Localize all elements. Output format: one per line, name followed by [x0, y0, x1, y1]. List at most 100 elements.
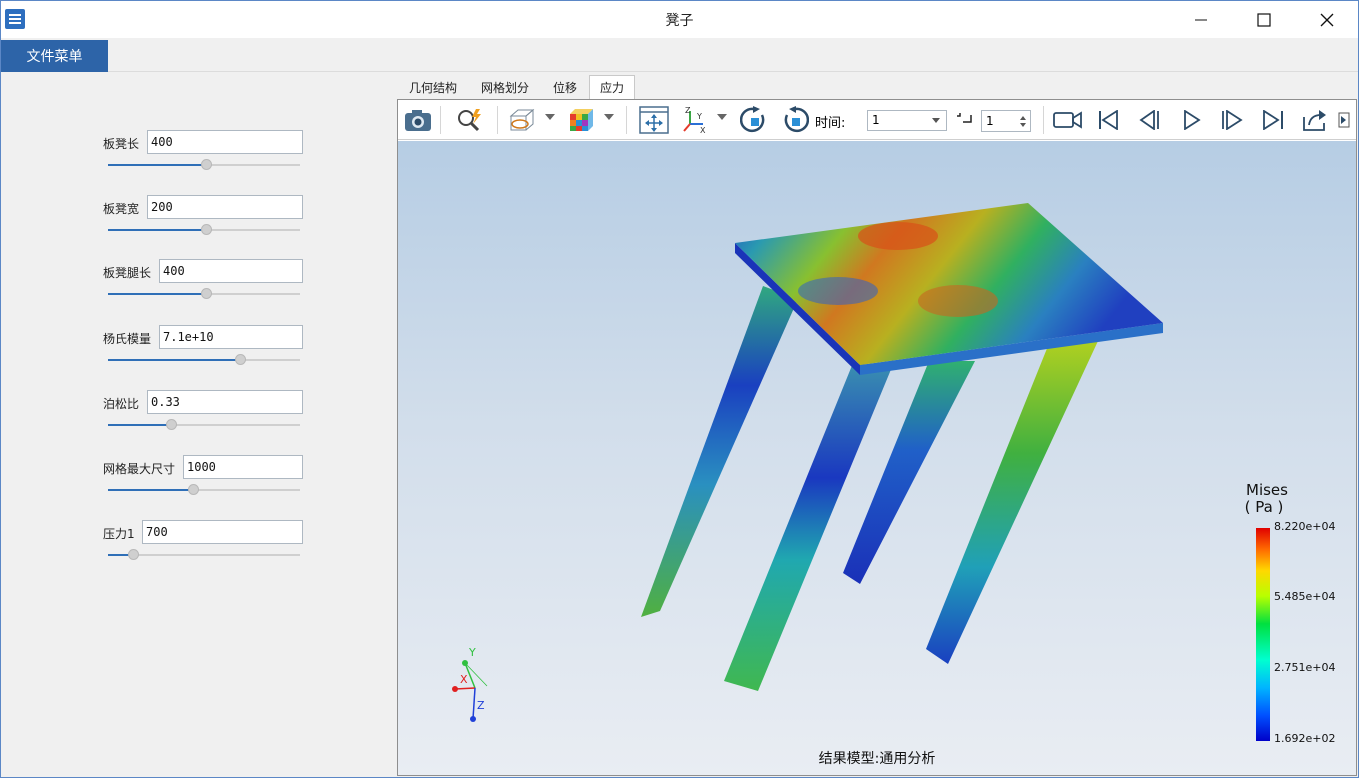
param-row: 网格最大尺寸 1000: [1, 455, 394, 499]
param-input[interactable]: 1000: [183, 455, 303, 479]
tab-geometry[interactable]: 几何结构: [398, 75, 468, 99]
legend-tick: 8.220e+04: [1274, 520, 1336, 533]
slider-handle[interactable]: [201, 224, 212, 235]
param-row: 板凳长 400: [1, 130, 394, 174]
viewport-canvas[interactable]: Y X Z Mises ( Pa ) 8.220e+04 5.485e+04 2…: [398, 141, 1356, 775]
display-mode-icon: [509, 108, 535, 131]
slider-handle[interactable]: [188, 484, 199, 495]
parameter-panel: 板凳长 400 板凳宽 200 板凳腿长 400 杨氏模量 7.1e+10 泊松…: [1, 73, 394, 777]
color-map-dropdown-icon[interactable]: [604, 114, 614, 120]
param-label: 板凳腿长: [103, 266, 152, 280]
param-input[interactable]: 7.1e+10: [159, 325, 303, 349]
color-map-button[interactable]: [566, 105, 596, 135]
minimize-button[interactable]: [1178, 1, 1224, 38]
play-button[interactable]: [1176, 105, 1206, 135]
triad-y-label: Y: [468, 646, 476, 659]
slider-handle[interactable]: [128, 549, 139, 560]
param-input[interactable]: 700: [142, 520, 303, 544]
pan-button[interactable]: [639, 105, 669, 135]
display-mode-dropdown-icon[interactable]: [545, 114, 555, 120]
record-video-button[interactable]: [1053, 105, 1083, 135]
export-button[interactable]: [1299, 105, 1329, 135]
time-select[interactable]: 1: [867, 110, 947, 131]
stool-model: [641, 203, 1163, 691]
file-menu-button[interactable]: 文件菜单: [1, 40, 108, 72]
param-label: 杨氏模量: [103, 332, 152, 346]
time-select-value: 1: [872, 113, 880, 127]
maximize-button[interactable]: [1241, 1, 1287, 38]
viewer-frame: ZYX 时间: 1 1 Y X Z Mises (Pa) 8.220e+04…: [397, 99, 1357, 776]
svg-text:X: X: [700, 126, 706, 134]
slider-handle[interactable]: [201, 159, 212, 170]
param-row: 板凳宽 200: [1, 195, 394, 239]
slider-handle[interactable]: [201, 288, 212, 299]
app-window: 凳子 文件菜单 板凳长 400 板凳宽 200 板凳腿长 400 杨氏模量 7.…: [0, 0, 1359, 778]
rotate-ccw-button[interactable]: [780, 105, 810, 135]
step-icon: [957, 113, 972, 123]
legend-title: Mises: [1246, 481, 1288, 499]
axes-orient-icon: ZYX: [683, 106, 706, 134]
toolbar-overflow-button[interactable]: [1335, 105, 1355, 135]
slider-handle[interactable]: [235, 354, 246, 365]
param-label: 板凳长: [103, 137, 140, 151]
param-input[interactable]: 200: [147, 195, 303, 219]
window-title: 凳子: [665, 13, 694, 29]
param-row: 泊松比 0.33: [1, 390, 394, 434]
param-row: 压力1 700: [1, 520, 394, 564]
overflow-icon: [1338, 112, 1350, 128]
param-slider[interactable]: [108, 288, 300, 299]
param-slider[interactable]: [108, 354, 300, 365]
first-frame-button[interactable]: [1094, 105, 1124, 135]
prev-frame-icon: [1139, 110, 1159, 130]
spin-down-icon[interactable]: [1020, 123, 1026, 127]
slider-handle[interactable]: [166, 419, 177, 430]
step-spinbox[interactable]: 1: [981, 110, 1031, 132]
legend-tick: 1.692e+02: [1274, 732, 1336, 745]
tab-displacement[interactable]: 位移: [542, 75, 588, 99]
axes-orient-button[interactable]: ZYX: [681, 105, 711, 135]
param-slider[interactable]: [108, 484, 300, 495]
legend-unit: ( Pa ): [1244, 498, 1284, 516]
param-label: 压力1: [103, 527, 135, 541]
viewer-toolbar: ZYX 时间: 1 1: [398, 100, 1356, 140]
maximize-icon: [1257, 12, 1271, 27]
camera-icon: [405, 110, 431, 131]
minimize-icon: [1195, 19, 1207, 20]
param-slider[interactable]: [108, 549, 300, 560]
legend-tick: 2.751e+04: [1274, 661, 1336, 674]
prev-frame-button[interactable]: [1135, 105, 1165, 135]
param-slider[interactable]: [108, 419, 300, 430]
zoom-fit-icon: [458, 109, 481, 132]
param-input[interactable]: 400: [159, 259, 303, 283]
rotate-ccw-icon: [784, 106, 809, 133]
zoom-fit-button[interactable]: [455, 105, 485, 135]
triad-z-label: Z: [477, 699, 485, 712]
tab-mesh[interactable]: 网格划分: [470, 75, 540, 99]
display-mode-button[interactable]: [508, 105, 538, 135]
next-frame-button[interactable]: [1217, 105, 1247, 135]
first-frame-icon: [1099, 110, 1118, 130]
close-icon: [1320, 13, 1334, 26]
param-slider[interactable]: [108, 224, 300, 235]
chevron-down-icon: [932, 118, 940, 123]
result-model-label: 结果模型:通用分析: [818, 751, 936, 767]
tab-stress[interactable]: 应力: [589, 75, 635, 99]
param-input[interactable]: 0.33: [147, 390, 303, 414]
param-slider[interactable]: [108, 159, 300, 170]
play-icon: [1184, 110, 1201, 130]
camera-button[interactable]: [403, 105, 433, 135]
svg-text:Y: Y: [696, 112, 702, 121]
param-input[interactable]: 400: [147, 130, 303, 154]
menu-bar: 文件菜单: [1, 38, 1358, 72]
color-cube-icon: [570, 109, 593, 131]
close-button[interactable]: [1304, 1, 1350, 38]
legend-colorbar: [1256, 528, 1270, 741]
last-frame-button[interactable]: [1258, 105, 1288, 135]
pan-icon: [639, 106, 669, 134]
axes-orient-dropdown-icon[interactable]: [717, 114, 727, 120]
time-label: 时间:: [815, 116, 846, 131]
title-bar: 凳子: [1, 1, 1358, 38]
rotate-cw-button[interactable]: [739, 105, 769, 135]
spin-up-icon[interactable]: [1020, 116, 1026, 120]
step-value: 1: [986, 114, 994, 128]
